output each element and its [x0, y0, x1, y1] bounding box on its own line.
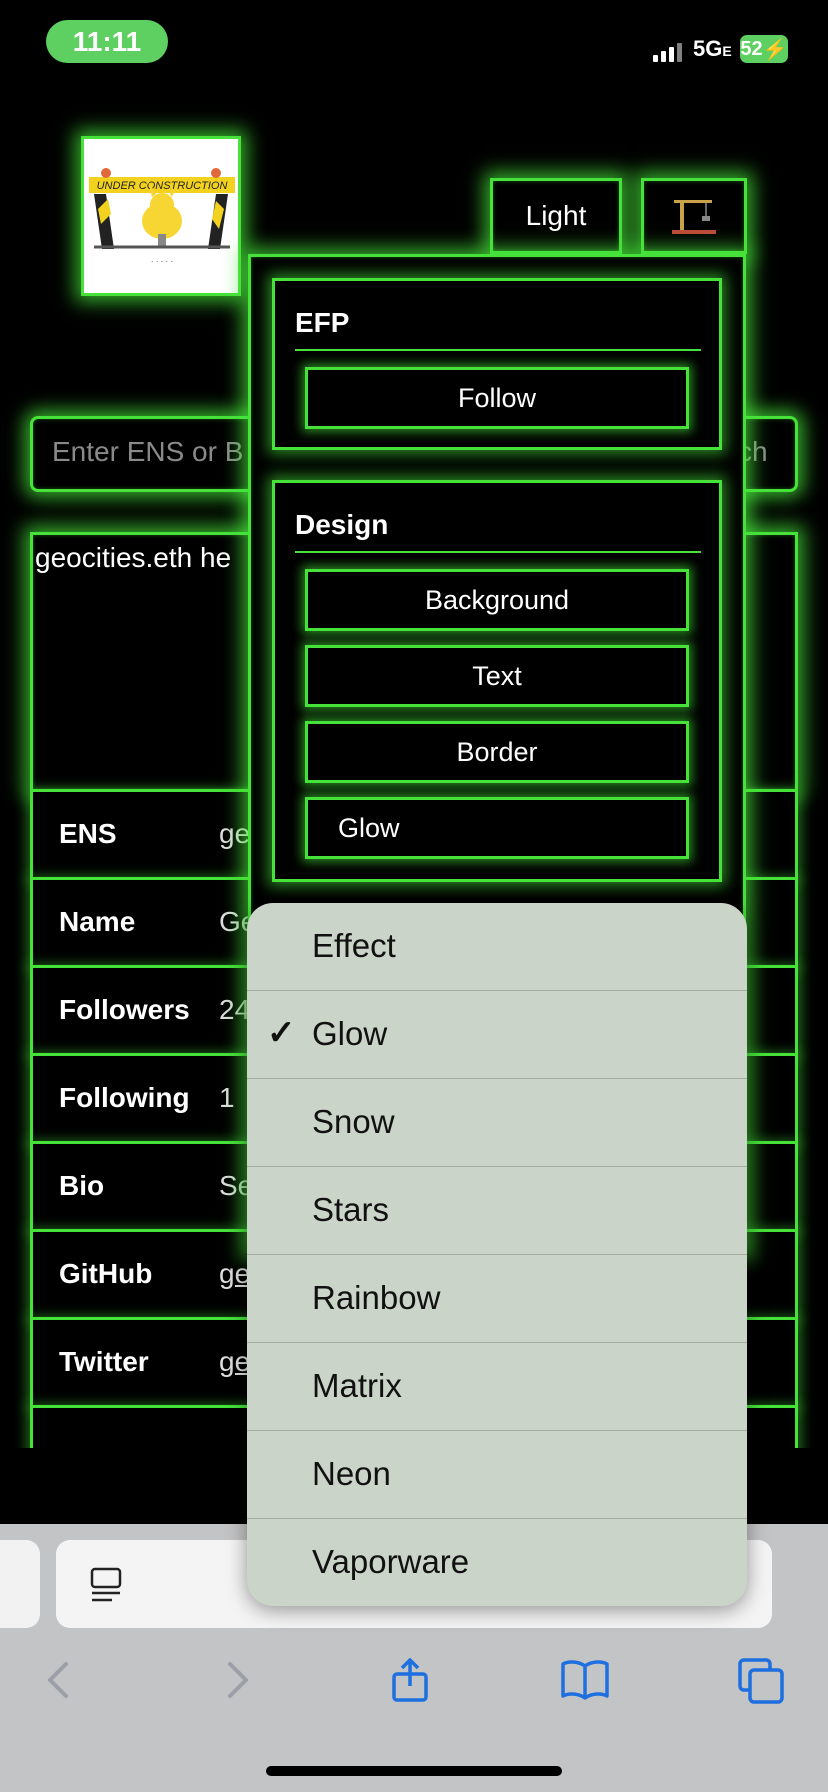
efp-section: EFP Follow — [272, 278, 722, 450]
effect-option-label: Vaporware — [312, 1543, 470, 1580]
effect-option-effect[interactable]: Effect — [247, 903, 747, 991]
crane-icon[interactable] — [641, 178, 747, 254]
effect-option-label: Neon — [312, 1455, 391, 1492]
design-divider — [295, 551, 701, 553]
back-icon[interactable] — [38, 1658, 82, 1702]
reader-mode-icon[interactable] — [90, 1567, 122, 1603]
under-construction-logo: UNDER CONSTRUCTION · · · · · — [81, 136, 241, 296]
theme-toggle-button[interactable]: Light — [490, 178, 622, 254]
share-icon[interactable] — [388, 1657, 432, 1702]
effect-dropdown-menu: Effect ✓ Glow Snow Stars Rainbow Matrix Neon Vap… — [247, 903, 747, 1606]
battery-icon: 52 ⚡ — [740, 35, 788, 63]
forward-icon[interactable] — [216, 1658, 260, 1702]
profile-row-label: Followers — [59, 994, 190, 1025]
design-section: Design Background Text Border Glow — [272, 480, 722, 882]
logo-text: UNDER CONSTRUCTION — [97, 180, 228, 192]
effect-option-snow[interactable]: Snow — [247, 1079, 747, 1167]
effect-option-label: Glow — [312, 1015, 388, 1052]
bookmarks-icon[interactable] — [560, 1658, 610, 1702]
effect-option-vaporware[interactable]: Vaporware — [247, 1519, 747, 1606]
profile-greeting-text: geocities.eth he — [35, 542, 232, 573]
profile-row-value[interactable]: ge — [219, 1258, 250, 1290]
profile-row-label: Bio — [59, 1170, 105, 1201]
text-color-button[interactable]: Text — [305, 645, 689, 707]
signal-icon — [653, 40, 683, 62]
effect-option-label: Stars — [312, 1191, 390, 1228]
tabs-icon[interactable] — [738, 1658, 784, 1704]
efp-section-title: EFP — [295, 307, 350, 338]
profile-row-label: Following — [59, 1082, 190, 1113]
effect-option-neon[interactable]: Neon — [247, 1431, 747, 1519]
svg-text:· · · · ·: · · · · · — [151, 257, 173, 266]
profile-row-label: Twitter — [59, 1346, 149, 1377]
effect-select[interactable]: Glow — [305, 797, 689, 859]
effect-option-matrix[interactable]: Matrix — [247, 1343, 747, 1431]
effect-option-stars[interactable]: Stars — [247, 1167, 747, 1255]
efp-divider — [295, 349, 701, 351]
network-indicator: 5GE — [693, 36, 732, 61]
effect-option-label: Snow — [312, 1103, 395, 1140]
profile-row-label: GitHub — [59, 1258, 153, 1289]
design-section-title: Design — [295, 509, 389, 540]
effect-option-glow[interactable]: ✓ Glow — [247, 991, 747, 1079]
effect-option-label: Matrix — [312, 1367, 402, 1404]
profile-row-label: ENS — [59, 818, 117, 849]
status-time: 11:11 — [46, 20, 168, 63]
profile-row-value: ge — [219, 818, 251, 849]
profile-row-value: 1 — [219, 1082, 235, 1113]
profile-row-value[interactable]: ge — [219, 1346, 250, 1378]
search-input-placeholder[interactable]: Enter ENS or B — [52, 436, 243, 468]
background-color-button[interactable]: Background — [305, 569, 689, 631]
previous-tab-edge[interactable] — [0, 1540, 40, 1628]
effect-option-label: Effect — [312, 927, 396, 964]
effect-option-label: Rainbow — [312, 1279, 441, 1316]
profile-row-value: 24 — [219, 994, 251, 1025]
home-indicator — [266, 1766, 562, 1776]
follow-button[interactable]: Follow — [305, 367, 689, 429]
profile-row-label: Name — [59, 906, 136, 937]
checkmark-icon: ✓ — [267, 1014, 296, 1052]
effect-option-rainbow[interactable]: Rainbow — [247, 1255, 747, 1343]
border-color-button[interactable]: Border — [305, 721, 689, 783]
